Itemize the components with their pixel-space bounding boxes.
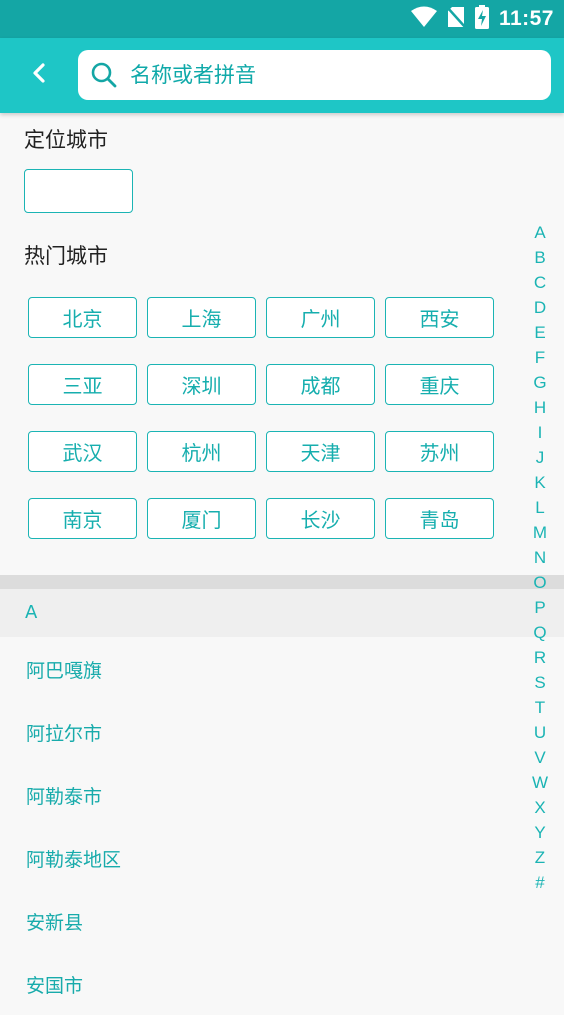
hot-city-button[interactable]: 广州: [266, 297, 375, 338]
index-letter[interactable]: P: [534, 595, 545, 620]
index-letter[interactable]: #: [535, 870, 544, 895]
alphabet-index-bar[interactable]: A B C D E F G H I J K L M N O P Q R S T …: [526, 220, 554, 895]
list-item[interactable]: 阿勒泰地区: [0, 826, 520, 889]
hot-city-button[interactable]: 三亚: [28, 364, 137, 405]
index-letter[interactable]: T: [535, 695, 545, 720]
hot-city-button[interactable]: 成都: [266, 364, 375, 405]
letter-group-label: A: [25, 602, 38, 623]
index-letter[interactable]: X: [534, 795, 545, 820]
list-item[interactable]: 阿勒泰市: [0, 763, 520, 826]
hot-city-button[interactable]: 深圳: [147, 364, 256, 405]
letter-group-header: A: [0, 589, 564, 637]
city-name: 阿拉尔市: [26, 723, 103, 745]
hot-city-button[interactable]: 上海: [147, 297, 256, 338]
index-letter[interactable]: W: [532, 770, 548, 795]
wifi-icon: [410, 6, 437, 32]
index-letter[interactable]: O: [533, 570, 546, 595]
back-button[interactable]: [22, 58, 56, 92]
hot-city-button[interactable]: 天津: [266, 431, 375, 472]
index-letter[interactable]: K: [534, 470, 545, 495]
list-item[interactable]: 阿拉尔市: [0, 700, 520, 763]
located-city-button[interactable]: [24, 169, 133, 213]
search-box[interactable]: [78, 50, 551, 100]
index-letter[interactable]: R: [534, 645, 546, 670]
index-letter[interactable]: C: [534, 270, 546, 295]
index-letter[interactable]: I: [538, 420, 543, 445]
list-item[interactable]: 安国市: [0, 952, 520, 1015]
no-sim-icon: [446, 6, 466, 32]
hot-city-button[interactable]: 苏州: [385, 431, 494, 472]
hot-city-button[interactable]: 杭州: [147, 431, 256, 472]
chevron-left-icon: [30, 62, 48, 88]
hot-city-button[interactable]: 厦门: [147, 498, 256, 539]
index-letter[interactable]: E: [534, 320, 545, 345]
status-icons: 11:57: [410, 0, 554, 38]
index-letter[interactable]: S: [534, 670, 545, 695]
hot-city-button[interactable]: 南京: [28, 498, 137, 539]
search-input[interactable]: [128, 62, 532, 88]
hot-city-button[interactable]: 武汉: [28, 431, 137, 472]
index-letter[interactable]: Z: [535, 845, 545, 870]
city-name: 阿勒泰市: [26, 786, 103, 808]
hot-city-grid: 北京 上海 广州 西安 三亚 深圳 成都 重庆 武汉 杭州 天津 苏州 南京 厦…: [28, 297, 494, 539]
hot-city-button[interactable]: 西安: [385, 297, 494, 338]
index-letter[interactable]: F: [535, 345, 545, 370]
index-letter[interactable]: A: [534, 220, 545, 245]
index-letter[interactable]: G: [533, 370, 546, 395]
list-item[interactable]: 安新县: [0, 889, 520, 952]
index-letter[interactable]: H: [534, 395, 546, 420]
app-bar: [0, 38, 564, 113]
status-bar: 11:57: [0, 0, 564, 38]
city-list: 阿巴嘎旗 阿拉尔市 阿勒泰市 阿勒泰地区 安新县 安国市: [0, 637, 520, 1015]
hot-city-button[interactable]: 长沙: [266, 498, 375, 539]
section-divider: [0, 575, 564, 589]
city-name: 阿巴嘎旗: [26, 660, 103, 682]
index-letter[interactable]: V: [534, 745, 545, 770]
hot-city-button[interactable]: 重庆: [385, 364, 494, 405]
index-letter[interactable]: Y: [534, 820, 545, 845]
list-item[interactable]: 阿巴嘎旗: [0, 637, 520, 700]
index-letter[interactable]: M: [533, 520, 547, 545]
locate-section-title: 定位城市: [24, 128, 108, 152]
index-letter[interactable]: N: [534, 545, 546, 570]
index-letter[interactable]: D: [534, 295, 546, 320]
city-name: 安国市: [26, 975, 84, 997]
battery-charging-icon: [474, 5, 489, 33]
index-letter[interactable]: U: [534, 720, 546, 745]
city-name: 阿勒泰地区: [26, 849, 122, 871]
city-name: 安新县: [26, 912, 84, 934]
hot-city-button[interactable]: 青岛: [385, 498, 494, 539]
hot-city-button[interactable]: 北京: [28, 297, 137, 338]
index-letter[interactable]: Q: [533, 620, 546, 645]
index-letter[interactable]: L: [535, 495, 544, 520]
search-icon: [90, 61, 118, 89]
hot-section-title: 热门城市: [24, 244, 108, 268]
status-time: 11:57: [498, 7, 554, 30]
index-letter[interactable]: J: [536, 445, 545, 470]
index-letter[interactable]: B: [534, 245, 545, 270]
